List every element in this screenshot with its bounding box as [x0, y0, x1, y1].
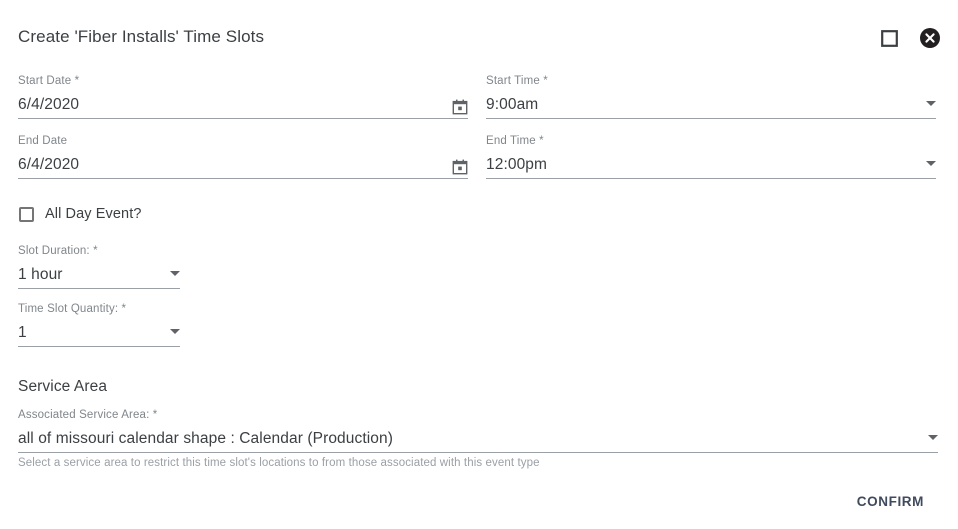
start-date-input[interactable]: 6/4/2020	[18, 94, 468, 118]
checkbox-icon[interactable]	[19, 206, 34, 222]
end-date-label: End Date	[18, 135, 68, 147]
field-start-date: Start Date * 6/4/2020	[18, 74, 468, 119]
time-slot-quantity-value[interactable]: 1	[18, 322, 180, 346]
end-time-label: End Time *	[486, 135, 544, 147]
slot-duration-value[interactable]: 1 hour	[18, 264, 180, 288]
associated-service-area-label: Associated Service Area: *	[18, 409, 158, 421]
slot-duration-control[interactable]: 1 hour	[18, 261, 180, 293]
window-controls	[881, 28, 940, 48]
calendar-icon[interactable]	[452, 99, 468, 115]
start-time-control[interactable]: 9:00am	[486, 91, 936, 123]
dialog-header: Create 'Fiber Installs' Time Slots	[0, 0, 958, 70]
field-end-time: End Time * 12:00pm	[486, 134, 936, 183]
page-title: Create 'Fiber Installs' Time Slots	[18, 27, 265, 46]
associated-service-area-control[interactable]: all of missouri calendar shape : Calenda…	[18, 425, 938, 457]
field-start-time: Start Time * 9:00am	[486, 74, 936, 123]
end-time-value[interactable]: 12:00pm	[486, 154, 936, 178]
field-slot-duration: Slot Duration: * 1 hour	[18, 244, 180, 293]
close-button[interactable]	[920, 28, 940, 48]
start-date-control[interactable]: 6/4/2020	[18, 91, 468, 119]
slot-duration-label: Slot Duration: *	[18, 245, 98, 257]
time-slot-quantity-control[interactable]: 1	[18, 319, 180, 351]
calendar-icon[interactable]	[452, 159, 468, 175]
confirm-button[interactable]: CONFIRM	[849, 488, 932, 515]
start-time-value[interactable]: 9:00am	[486, 94, 936, 118]
square-icon	[881, 29, 898, 50]
field-time-slot-quantity: Time Slot Quantity: * 1	[18, 302, 180, 351]
create-time-slots-dialog: Create 'Fiber Installs' Time Slots Start…	[0, 0, 958, 529]
start-date-label: Start Date *	[18, 75, 80, 87]
all-day-event-checkbox[interactable]: All Day Event?	[19, 206, 142, 222]
service-area-heading: Service Area	[18, 378, 108, 395]
field-end-date: End Date 6/4/2020	[18, 134, 468, 179]
end-time-control[interactable]: 12:00pm	[486, 151, 936, 183]
maximize-button[interactable]	[881, 29, 898, 50]
end-date-control[interactable]: 6/4/2020	[18, 151, 468, 179]
dialog-footer: CONFIRM	[0, 473, 958, 529]
start-time-label: Start Time *	[486, 75, 548, 87]
end-date-input[interactable]: 6/4/2020	[18, 154, 468, 178]
all-day-event-label: All Day Event?	[45, 206, 142, 222]
associated-service-area-value[interactable]: all of missouri calendar shape : Calenda…	[18, 428, 938, 452]
close-circle-icon	[920, 28, 940, 51]
field-associated-service-area: Associated Service Area: * all of missou…	[18, 408, 938, 457]
time-slot-quantity-label: Time Slot Quantity: *	[18, 303, 127, 315]
service-area-hint: Select a service area to restrict this t…	[18, 457, 540, 469]
